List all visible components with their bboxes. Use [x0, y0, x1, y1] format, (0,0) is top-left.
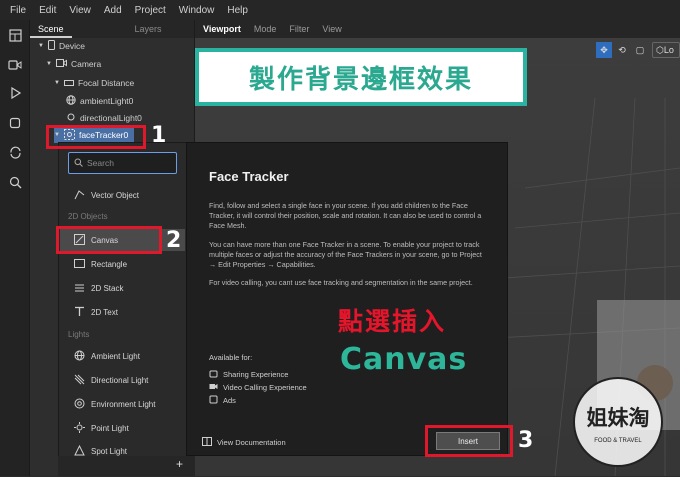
phone-icon: [47, 40, 55, 52]
refresh-icon[interactable]: [8, 145, 22, 159]
highlight-face-tracker: [46, 125, 146, 149]
info-title: Face Tracker: [209, 169, 289, 184]
step-3-label: 3: [518, 428, 534, 453]
camera-icon: [55, 59, 67, 69]
globe-icon: [74, 350, 85, 363]
scene-bottom-bar: [58, 456, 195, 476]
viewport-header: Viewport Mode Filter View: [195, 20, 680, 38]
sharing-icon: [209, 369, 218, 380]
watermark-caption: FOOD & TRAVEL: [594, 438, 642, 444]
info-paragraph-2: You can have more than one Face Tracker …: [209, 240, 482, 269]
menu-item-point-light[interactable]: Point Light: [60, 417, 185, 439]
environment-light-icon: [74, 398, 85, 411]
tree-item-focal-distance[interactable]: ▼ Focal Distance: [54, 75, 134, 91]
info-paragraph-1: Find, follow and select a single face in…: [209, 201, 482, 230]
step-1-label: 1: [151, 123, 167, 148]
title-banner: 製作背景邊框效果: [195, 48, 527, 106]
ads-icon: [209, 395, 218, 406]
left-toolbar: [0, 20, 30, 476]
tab-layers[interactable]: Layers: [127, 20, 170, 38]
tree-item-ambient-light[interactable]: ambientLight0: [66, 93, 133, 109]
menu-help[interactable]: Help: [227, 5, 248, 16]
watermark-logo-text: 姐妹淘: [586, 406, 650, 430]
light-icon: [66, 112, 76, 124]
section-2d-objects: 2D Objects: [68, 212, 108, 221]
search-icon: [74, 158, 83, 169]
globe-icon: [66, 95, 76, 107]
tab-filter[interactable]: Filter: [289, 24, 309, 34]
add-icon[interactable]: +: [176, 457, 183, 471]
menu-edit[interactable]: Edit: [39, 5, 56, 16]
menu-view[interactable]: View: [69, 5, 91, 16]
avail-video-calling: Video Calling Experience: [209, 382, 307, 393]
available-for-label: Available for:: [209, 353, 253, 362]
tree-item-camera[interactable]: ▼ Camera: [46, 56, 101, 72]
expand-arrow-icon[interactable]: ▼: [38, 43, 44, 49]
video-icon: [209, 382, 218, 393]
section-lights: Lights: [68, 330, 90, 339]
step-2-label: 2: [166, 228, 182, 253]
search-icon[interactable]: [8, 175, 22, 189]
face-tracker-info-panel: Face Tracker Find, follow and select a s…: [186, 142, 508, 456]
instruction-red-text: 點選插入: [338, 307, 447, 336]
menu-window[interactable]: Window: [179, 5, 215, 16]
tab-viewport[interactable]: Viewport: [203, 24, 241, 34]
local-global-toggle[interactable]: ⬡ Lo: [652, 42, 680, 58]
text-icon: [74, 306, 85, 319]
scale-tool-icon[interactable]: ▢: [632, 42, 648, 58]
rectangle-icon: [74, 258, 85, 271]
info-paragraph-3: For video calling, you cant use face tra…: [209, 278, 473, 287]
layout-icon[interactable]: [8, 28, 22, 42]
square-icon[interactable]: [8, 116, 22, 130]
menu-item-2d-text[interactable]: 2D Text: [60, 301, 185, 323]
menu-item-environment-light[interactable]: Environment Light: [60, 393, 185, 415]
tab-mode[interactable]: Mode: [254, 24, 277, 34]
move-tool-icon[interactable]: ✥: [596, 42, 612, 58]
video-icon[interactable]: [8, 58, 22, 72]
menu-bar: File Edit View Add Project Window Help: [0, 0, 680, 20]
scene-panel-tabs: Scene Layers: [30, 20, 194, 38]
tab-scene[interactable]: Scene: [30, 20, 72, 38]
highlight-insert: [425, 425, 513, 457]
view-documentation-link[interactable]: View Documentation: [202, 437, 286, 448]
watermark-logo: 姐妹淘 FOOD & TRAVEL: [568, 372, 668, 472]
avail-ads: Ads: [209, 395, 236, 406]
vector-icon: [74, 189, 85, 202]
menu-project[interactable]: Project: [135, 5, 166, 16]
focal-distance-icon: [63, 78, 74, 88]
rotate-tool-icon[interactable]: ⟲: [614, 42, 630, 58]
documentation-icon: [202, 437, 212, 448]
menu-item-ambient-light[interactable]: Ambient Light: [60, 345, 185, 367]
cube-icon: ⬡: [656, 44, 664, 55]
instruction-teal-text: Canvas: [340, 342, 468, 377]
menu-item-directional-light[interactable]: Directional Light: [60, 369, 185, 391]
menu-add[interactable]: Add: [104, 5, 122, 16]
avail-sharing: Sharing Experience: [209, 369, 288, 380]
expand-arrow-icon[interactable]: ▼: [54, 80, 60, 86]
expand-arrow-icon[interactable]: ▼: [46, 61, 52, 67]
tree-item-device[interactable]: ▼ Device: [38, 38, 85, 54]
tree-item-directional-light[interactable]: directionalLight0: [66, 110, 142, 126]
menu-item-2d-stack[interactable]: 2D Stack: [60, 277, 185, 299]
point-light-icon: [74, 421, 85, 435]
menu-item-vector-object[interactable]: Vector Object: [60, 184, 185, 206]
highlight-canvas: [56, 226, 162, 254]
directional-light-icon: [74, 374, 85, 387]
menu-item-rectangle[interactable]: Rectangle: [60, 253, 185, 275]
play-icon[interactable]: [8, 86, 22, 100]
tab-view[interactable]: View: [322, 24, 341, 34]
stack-icon: [74, 282, 85, 295]
menu-file[interactable]: File: [10, 5, 26, 16]
search-input[interactable]: Search: [68, 152, 177, 174]
